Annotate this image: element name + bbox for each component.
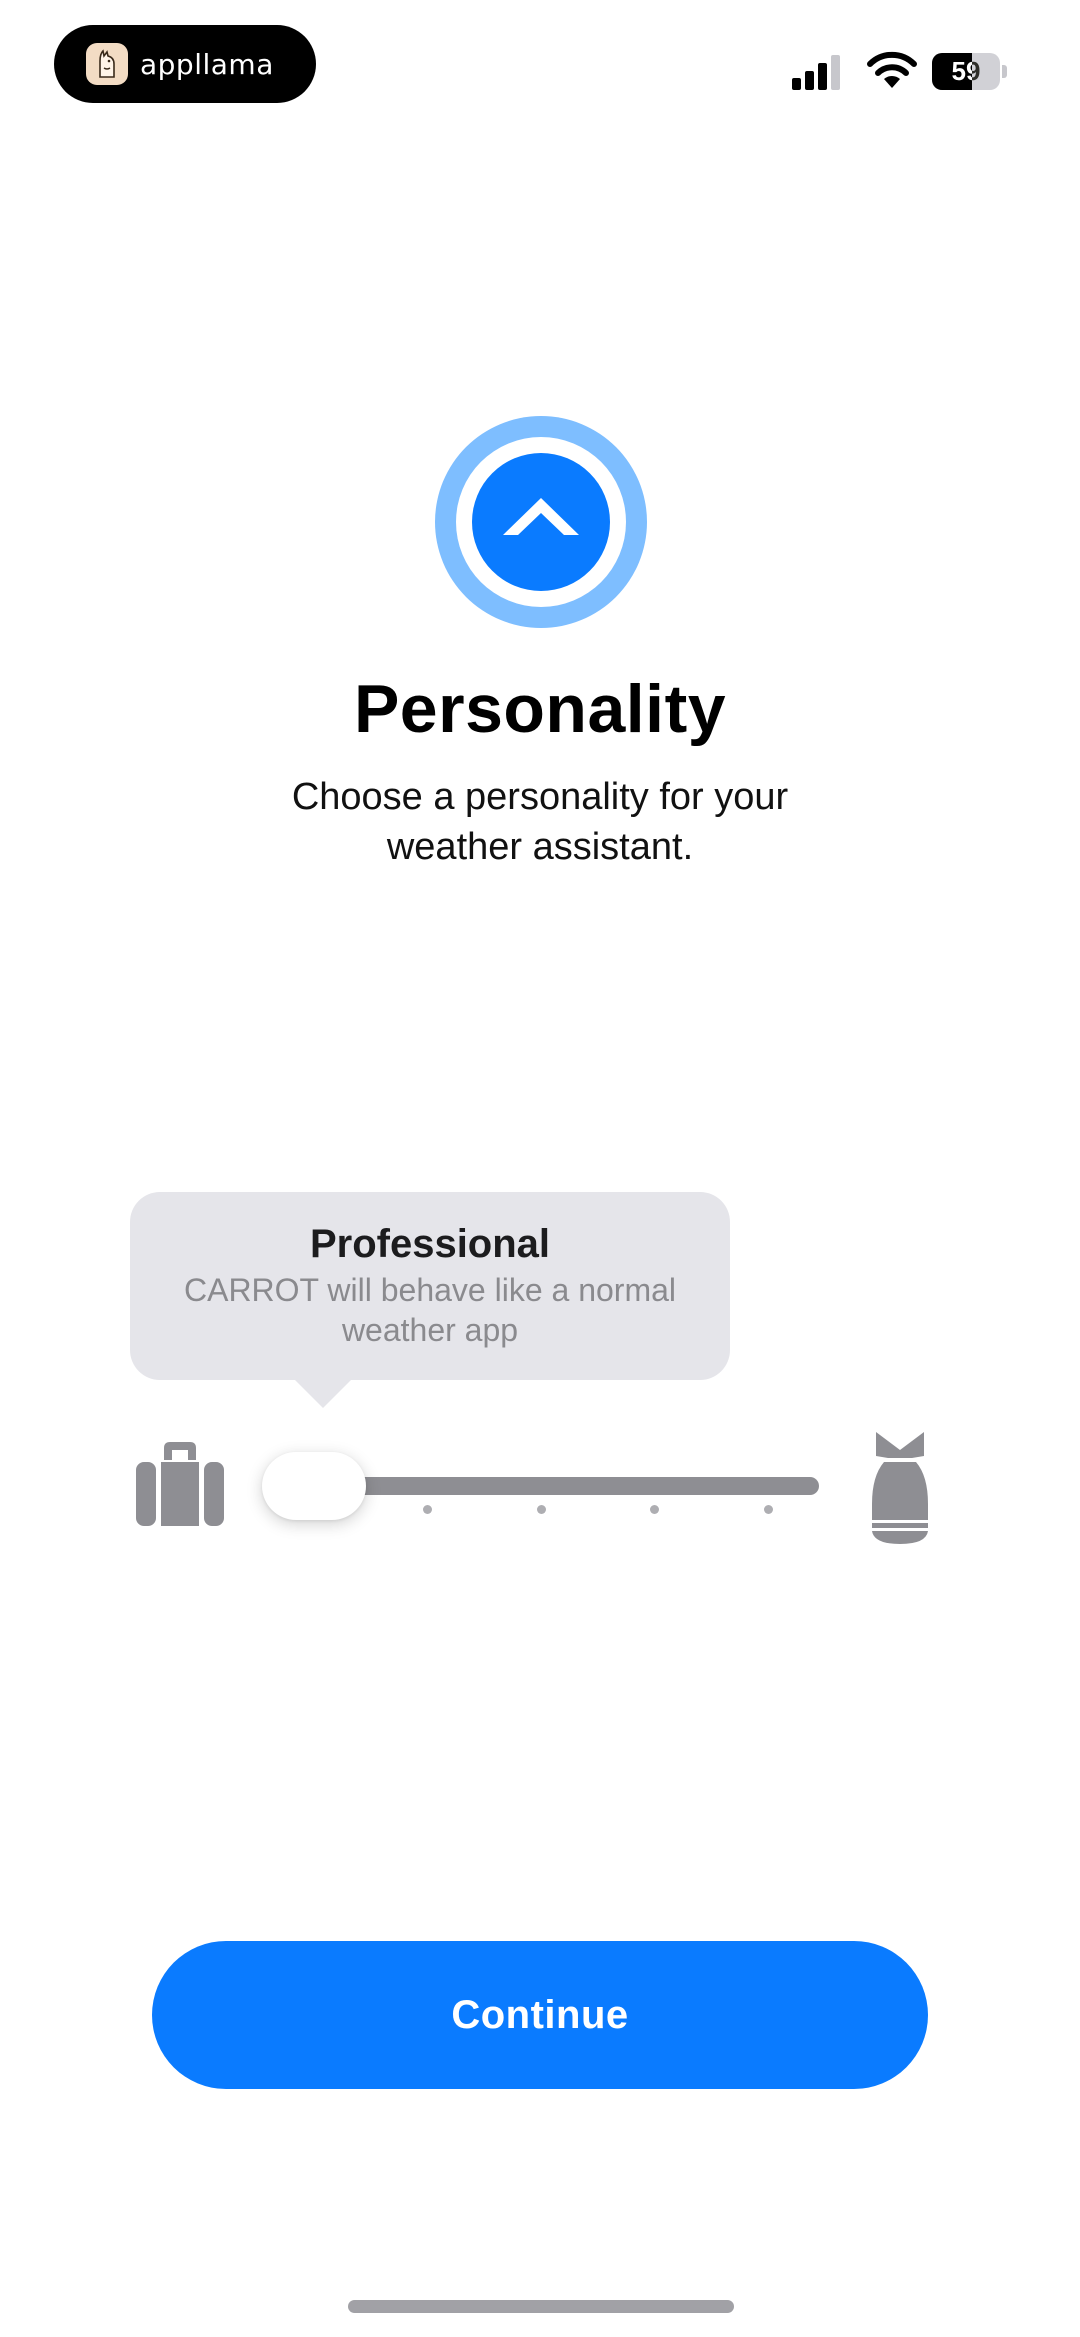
personality-name: Professional	[309, 1222, 551, 1266]
slider-step-marker[interactable]	[763, 1505, 773, 1514]
llama-logo-icon	[86, 43, 128, 85]
page-title: Personality	[353, 671, 727, 747]
continue-button[interactable]: Continue	[152, 1941, 928, 2089]
home-indicator	[348, 2300, 734, 2313]
bomb-icon[interactable]	[872, 1428, 928, 1544]
appllama-badge: appllama	[54, 25, 316, 103]
battery-indicator: 59	[932, 53, 1008, 90]
slider-step-marker[interactable]	[423, 1505, 432, 1514]
personality-slider-thumb[interactable]	[262, 1452, 366, 1520]
personality-tooltip: Professional CARROT will behave like a n…	[130, 1192, 730, 1408]
suitcase-icon[interactable]	[136, 1440, 224, 1528]
brand-name: appllama	[140, 47, 274, 81]
wifi-icon	[867, 51, 917, 88]
slider-step-marker[interactable]	[536, 1505, 546, 1514]
slider-step-marker[interactable]	[650, 1505, 659, 1514]
carrot-chevron-icon	[435, 416, 647, 628]
personality-description: CARROT will behave like a normal weather…	[183, 1272, 677, 1348]
battery-percentage: 59	[951, 56, 981, 86]
cellular-signal-icon	[792, 55, 840, 90]
page-subtitle: Choose a personality for your weather as…	[291, 776, 789, 868]
